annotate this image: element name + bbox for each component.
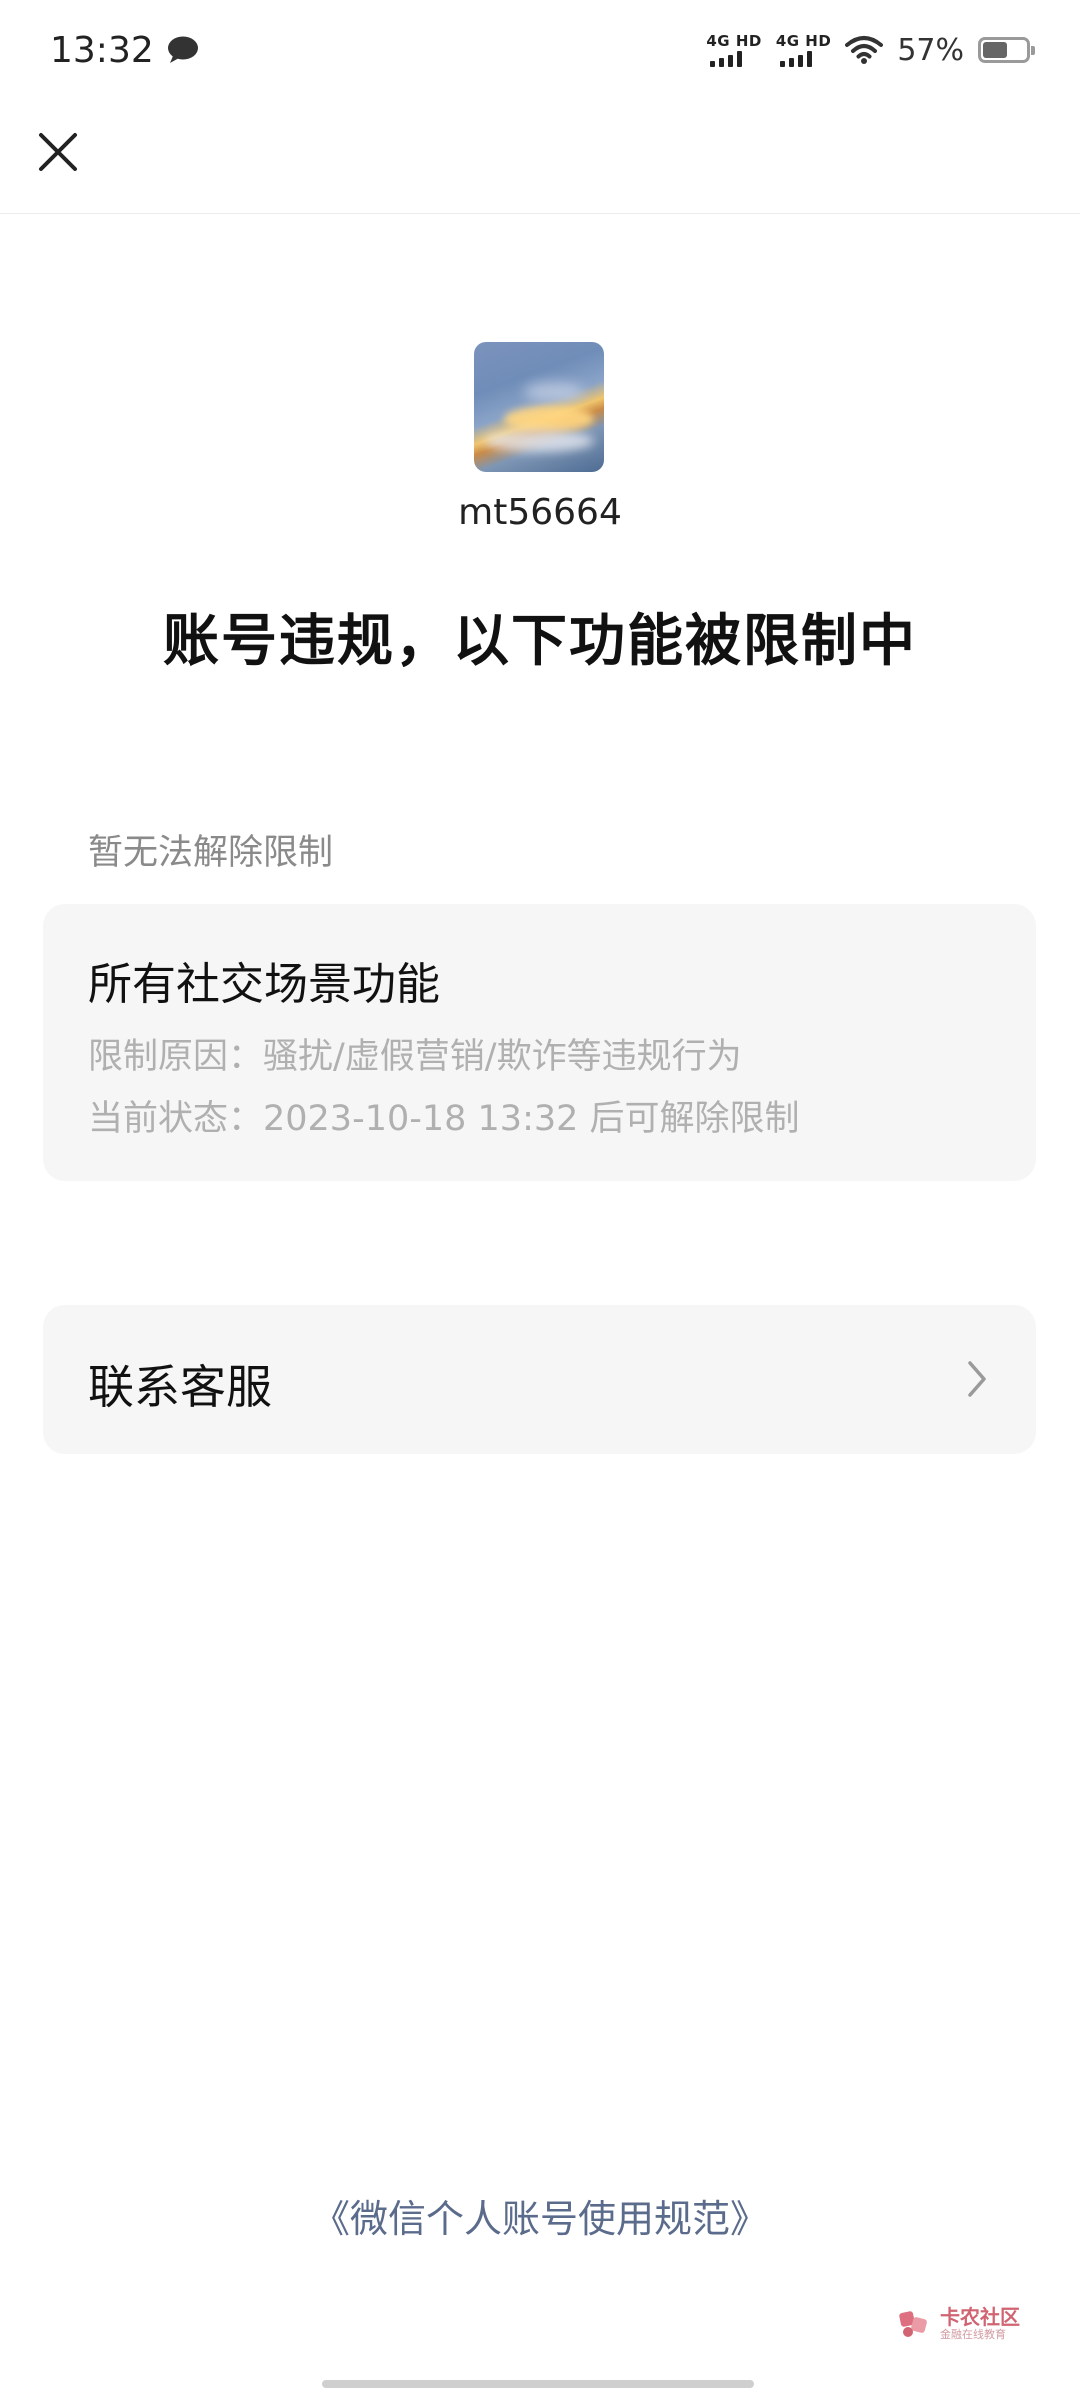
watermark-main: 卡农社区 (940, 2304, 1020, 2329)
avatar-cloud (484, 430, 594, 452)
signal-icon (779, 49, 812, 67)
restriction-status: 当前状态：2023-10-18 13:32 后可解除限制 (88, 1099, 800, 1139)
network-indicator-2: 4G HD (776, 33, 831, 67)
section-label: 暂无法解除限制 (88, 833, 334, 873)
chat-bubble-icon (167, 36, 198, 63)
avatar (474, 342, 604, 472)
avatar-cloud (524, 382, 584, 402)
status-bar: 13:32 4G HD 4G HD 57% (0, 0, 1080, 100)
watermark-sub: 金融在线教育 (940, 2327, 1006, 2341)
status-right: 4G HD 4G HD 57% (706, 32, 1035, 68)
restriction-title: 所有社交场景功能 (88, 959, 440, 1010)
signal-icon (710, 49, 743, 67)
watermark-text: 卡农社区 金融在线教育 (940, 2306, 1020, 2341)
close-button[interactable] (28, 122, 88, 182)
avatar-cloud (504, 406, 594, 432)
top-nav (0, 100, 1080, 214)
battery-fill (983, 42, 1007, 58)
restriction-reason: 限制原因：骚扰/虚假营销/欺诈等违规行为 (88, 1037, 742, 1077)
status-left: 13:32 (50, 30, 200, 71)
network-label: 4G HD (775, 32, 832, 50)
home-indicator[interactable] (322, 2380, 754, 2388)
status-time: 13:32 (50, 29, 154, 71)
page: 13:32 4G HD 4G HD 57% mt56664 账号违规，以下功能被… (0, 0, 1080, 2400)
network-label: 4G HD (706, 32, 762, 50)
watermark: 卡农社区 金融在线教育 (898, 2300, 1058, 2346)
policy-link[interactable]: 《微信个人账号使用规范》 (0, 2188, 1080, 2243)
battery-percent: 57% (897, 32, 964, 68)
contact-support-label: 联系客服 (88, 1360, 272, 1414)
page-title: 账号违规，以下功能被限制中 (163, 609, 917, 674)
username: mt56664 (458, 492, 622, 533)
restriction-card: 所有社交场景功能 限制原因：骚扰/虚假营销/欺诈等违规行为 当前状态：2023-… (43, 904, 1036, 1181)
contact-support-button[interactable]: 联系客服 (43, 1305, 1036, 1454)
watermark-logo-icon (899, 2311, 927, 2337)
network-indicator-1: 4G HD (706, 33, 761, 67)
close-icon (39, 133, 77, 171)
wifi-icon (845, 36, 884, 64)
battery-icon (978, 37, 1035, 63)
chevron-right-icon (968, 1361, 986, 1397)
